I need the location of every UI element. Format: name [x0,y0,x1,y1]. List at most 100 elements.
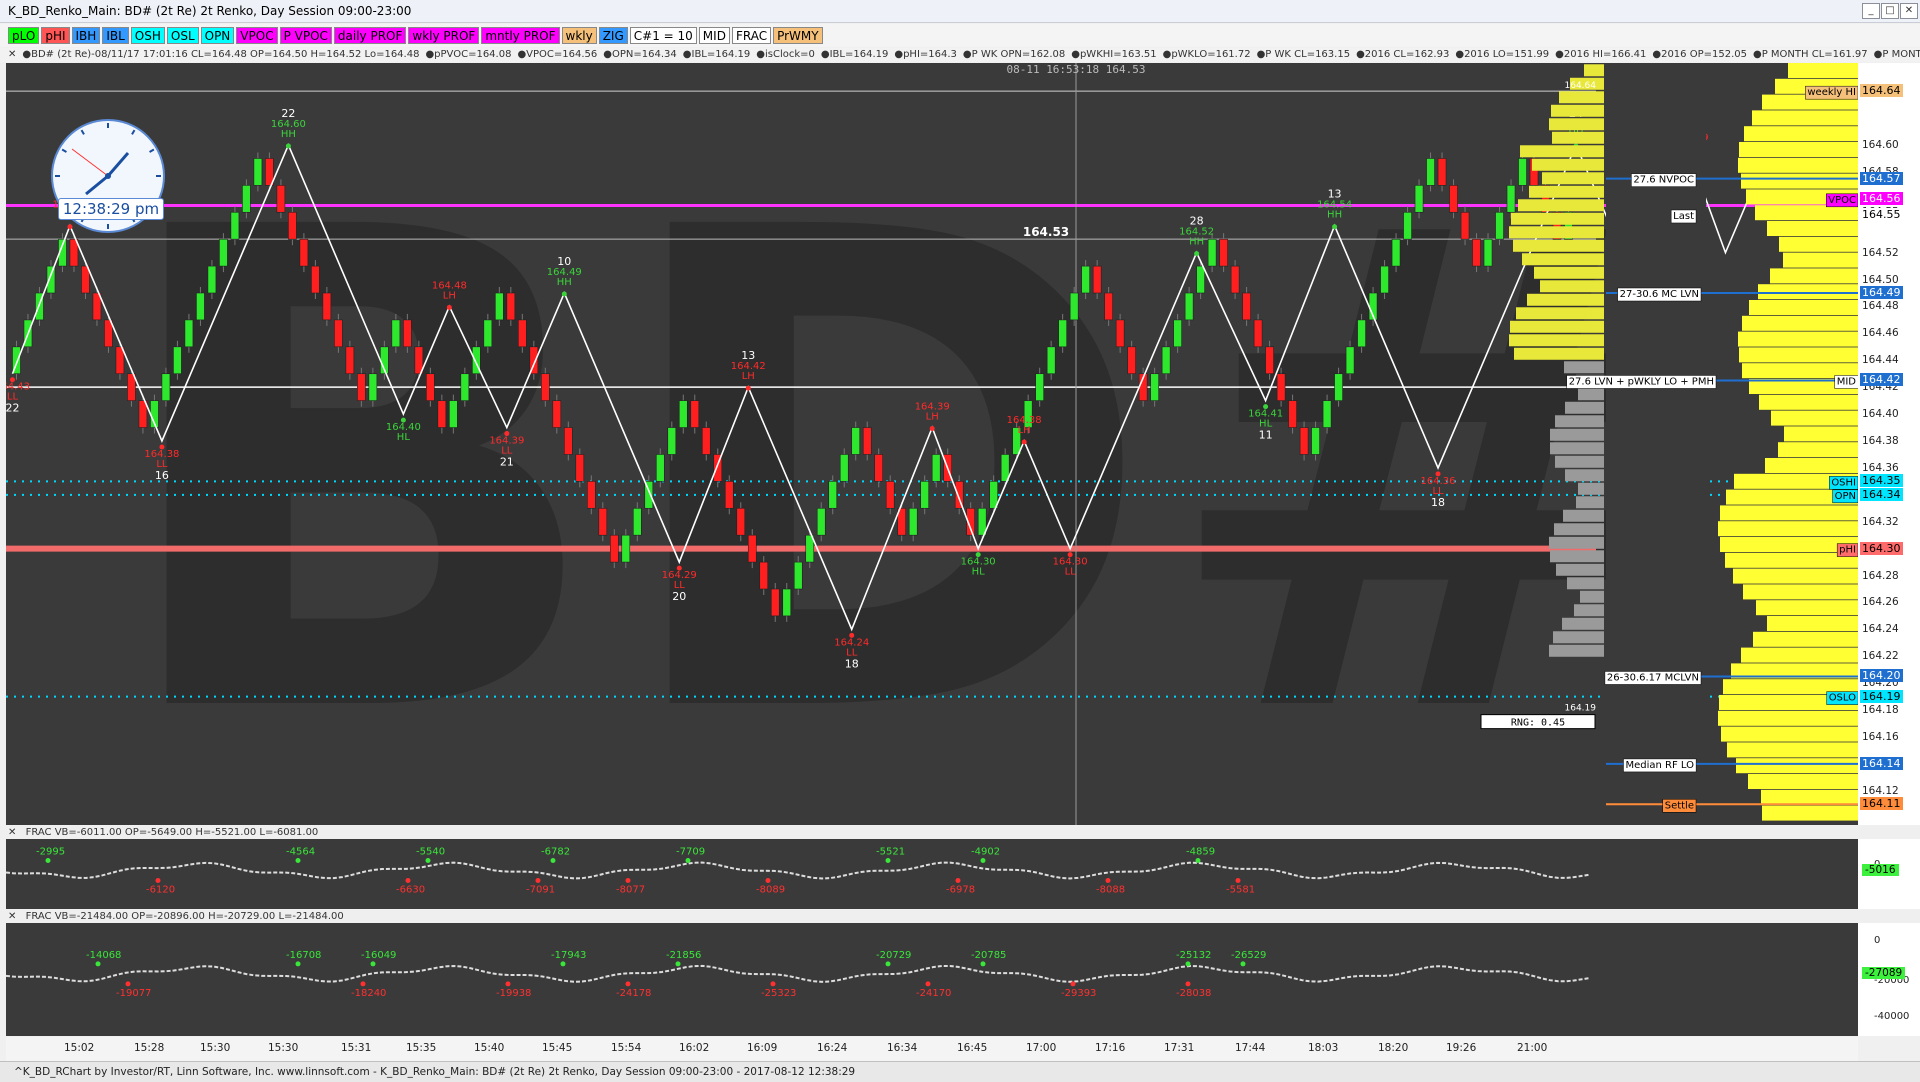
level-label: 27-30.6 MC LVN [1620,289,1699,300]
price-level-badge: 164.14 [1860,756,1903,770]
profile-bar [1527,293,1604,306]
indicator2-down-label: -24170 [916,988,951,999]
toolbar-button-wkly-prof[interactable]: wkly PROF [408,27,480,44]
profile-bar [1578,388,1604,401]
up-brick [1391,238,1401,267]
time-tick: 16:45 [957,1042,988,1054]
toolbar-button-osl[interactable]: OSL [166,27,199,44]
indicator2-axis-tick: -40000 [1874,1011,1910,1022]
toolbar-button-wkly[interactable]: wkly [561,27,597,44]
swing-dot [446,304,452,310]
toolbar-button-p-vpoc[interactable]: P VPOC [279,27,332,44]
info-field: ●isClock=0 [756,49,815,60]
profile-bar [1553,631,1604,644]
up-brick [782,588,792,617]
indicator2-down-label: -19938 [496,988,531,999]
close-icon[interactable]: ✕ [8,911,16,922]
level-label: MID [1837,376,1857,387]
up-brick [1150,373,1159,401]
down-brick [357,373,366,401]
range-label: RNG: 0.45 [1511,718,1565,729]
cursor-price-label: 164.53 [1023,225,1069,239]
swing-dot [159,444,165,450]
toolbar-button-prwmy[interactable]: PrWMY [773,27,823,44]
price-tick: 164.48 [1862,300,1899,313]
toolbar-button-vpoc[interactable]: VPOC [236,27,278,44]
toolbar-button-zig[interactable]: ZIG [598,27,628,44]
down-brick [1253,319,1263,348]
time-tick: 17:16 [1095,1042,1126,1054]
up-brick [1426,158,1435,186]
down-brick [564,427,573,455]
toolbar-button-opn[interactable]: OPN [200,27,235,44]
swing-tag: LH [443,290,456,301]
indicator2-down-dot [360,981,366,987]
toolbar-button-frac[interactable]: FRAC [731,27,772,44]
swing-count: 16 [155,469,169,482]
swing-count: 28 [1190,215,1204,228]
toolbar-button-c-1-10[interactable]: C#1 = 10 [629,27,697,44]
indicator1-down-dot [955,878,961,883]
indicator1-svg: -2995 -4564 -5540 -6782 -7709 -5521 -4902 -4859… [5,847,1591,896]
indicator2-up-label: -25132 [1176,950,1211,961]
time-tick: 16:34 [887,1042,918,1054]
toolbar-button-daily-prof[interactable]: daily PROF [333,27,407,44]
price-tick: 164.36 [1862,461,1899,474]
level-label: 27.6 LVN + pWKLY LO + PMH [1569,376,1714,387]
up-brick [621,534,631,563]
price-tick: 164.18 [1862,704,1899,717]
up-brick [1069,292,1079,321]
indicator1-panel[interactable]: -2995 -4564 -5540 -6782 -7709 -5521 -4902 -4859… [5,839,1920,909]
close-icon[interactable]: ✕ [8,827,16,838]
indicator1-axis[interactable]: 0-5016 [1858,839,1920,909]
down-brick [1242,292,1251,321]
toolbar-button-phi[interactable]: pHI [41,27,70,44]
indicator1-up-label: -7709 [676,847,705,858]
toolbar-button-mntly-prof[interactable]: mntly PROF [481,27,560,44]
down-brick [506,292,516,321]
price-tick: 164.40 [1862,408,1899,421]
indicator2-down-label: -28038 [1176,988,1211,999]
indicator1-up-dot [685,858,691,863]
indicator2-up-dot [885,961,891,967]
profile-bar [1576,496,1604,509]
swing-dot [67,224,73,230]
level-label: weekly HI [1807,87,1856,98]
profile-bar [1584,64,1604,77]
indicator2-axis[interactable]: 0 -20000 -40000 -27089 [1858,923,1920,1036]
swing-dot [285,143,291,149]
price-level-badge: 164.57 [1860,171,1903,185]
profile-bar [1555,455,1604,468]
maximize-button[interactable]: □ [1881,3,1899,19]
time-axis[interactable]: 15:02 15:28 15:30 15:30 15:31 15:35 15:40 15:45… [6,1037,1858,1061]
toolbar-button-mid[interactable]: MID [698,27,730,44]
indicator2-panel[interactable]: -14068 -16708 -16049 -17943 -21856 -20729 -207… [5,923,1920,1036]
main-chart-svg: BD#164.43LL22164.54LH12164.38LL16164.60H… [6,63,1858,825]
toolbar-button-ibl[interactable]: IBL [102,27,129,44]
info-field: ●pHI=164.3 [894,49,957,60]
toolbar-button-ibh[interactable]: IBH [71,27,101,44]
toolbar-button-plo[interactable]: pLO [8,27,40,44]
down-brick [1265,346,1274,375]
down-brick [276,185,286,213]
indicator2-title: FRAC VB=-21484.00 OP=-20896.00 H=-20729.… [25,911,344,922]
close-button[interactable]: ✕ [1900,3,1918,19]
down-brick [518,319,527,348]
up-brick [1184,292,1194,321]
price-level-badge: 164.20 [1860,669,1903,683]
minimize-button[interactable]: _ [1862,3,1880,19]
up-brick [1173,319,1182,348]
indicator2-up-label: -16049 [361,950,396,961]
price-axis[interactable]: 164.60164.58164.55164.52164.50164.48164.… [1858,63,1920,825]
up-brick [1380,265,1389,294]
up-brick [816,507,826,536]
up-brick [1322,400,1332,428]
toolbar-button-osh[interactable]: OSH [130,27,165,44]
down-brick [690,400,700,428]
up-brick [655,454,665,482]
indicator1-up-dot [980,858,986,863]
swing-count: 22 [6,402,19,415]
up-brick [1035,373,1044,401]
close-icon[interactable]: ✕ [8,49,16,60]
price-tick: 164.44 [1862,354,1899,367]
